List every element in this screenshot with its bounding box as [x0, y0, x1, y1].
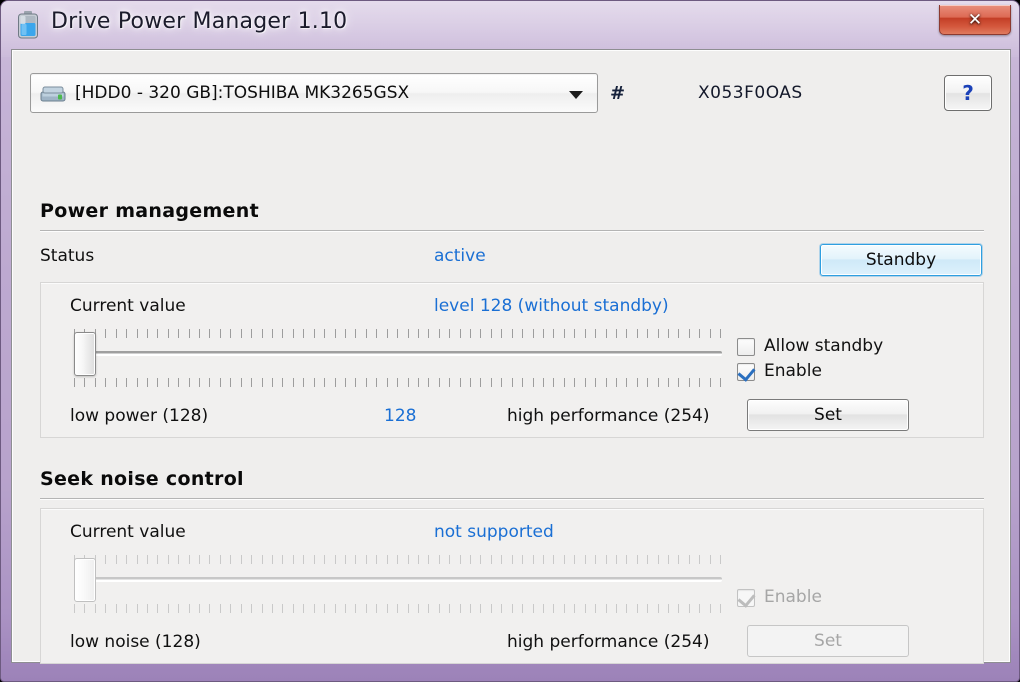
seek-noise-divider — [40, 498, 984, 499]
power-current-value-label: Current value — [70, 296, 186, 316]
seek-enable-label: Enable — [764, 587, 822, 607]
window-title: Drive Power Manager 1.10 — [51, 9, 347, 34]
seek-slider-ticks-bottom — [74, 604, 722, 613]
status-label: Status — [40, 246, 94, 266]
power-low-label: low power (128) — [70, 406, 208, 426]
power-slider-thumb[interactable] — [74, 332, 96, 376]
hard-drive-icon — [40, 85, 66, 103]
drive-select-value: [HDD0 - 320 GB]:TOSHIBA MK3265GSX — [75, 83, 557, 103]
drive-serial-number: X053F0OAS — [698, 83, 803, 103]
battery-icon — [15, 11, 41, 39]
power-set-button-label: Set — [748, 400, 908, 430]
standby-button-label: Standby — [821, 245, 981, 275]
power-enable-checkbox-box — [737, 363, 755, 381]
seek-current-value: not supported — [434, 522, 554, 542]
seek-set-button-label: Set — [748, 626, 908, 656]
power-slider-ticks-top — [74, 329, 722, 338]
question-mark-icon: ? — [945, 76, 991, 110]
seek-noise-heading: Seek noise control — [40, 468, 244, 490]
power-high-label: high performance (254) — [507, 406, 709, 426]
help-button[interactable]: ? — [944, 75, 992, 111]
power-slider[interactable] — [74, 329, 722, 387]
seek-slider-ticks-top — [74, 555, 722, 564]
power-management-divider — [40, 230, 984, 231]
seek-enable-checkbox-box — [737, 589, 755, 607]
power-management-heading: Power management — [40, 200, 259, 222]
client-area: [HDD0 - 320 GB]:TOSHIBA MK3265GSX # X053… — [11, 49, 1011, 663]
power-current-value: level 128 (without standby) — [434, 296, 669, 316]
standby-button[interactable]: Standby — [820, 244, 982, 276]
check-icon — [737, 589, 755, 608]
seek-slider-track — [74, 577, 722, 582]
drive-select[interactable]: [HDD0 - 320 GB]:TOSHIBA MK3265GSX — [30, 73, 598, 113]
power-center-value: 128 — [384, 406, 416, 426]
chevron-down-icon — [569, 91, 583, 99]
seek-high-label: high performance (254) — [507, 632, 709, 652]
close-icon: ✕ — [940, 5, 1010, 34]
power-slider-track — [74, 351, 722, 356]
power-slider-ticks-bottom — [74, 378, 722, 387]
seek-slider-thumb — [74, 558, 96, 602]
title-bar: Drive Power Manager 1.10 ✕ — [1, 1, 1020, 51]
application-window: Drive Power Manager 1.10 ✕ [HDD0 - 320 G… — [0, 0, 1020, 682]
seek-current-value-label: Current value — [70, 522, 186, 542]
seek-slider — [74, 555, 722, 613]
allow-standby-label: Allow standby — [764, 336, 883, 356]
serial-hash-label: # — [610, 83, 625, 104]
seek-low-label: low noise (128) — [70, 632, 201, 652]
power-enable-label: Enable — [764, 361, 822, 381]
status-value: active — [434, 246, 486, 266]
seek-set-button: Set — [747, 625, 909, 657]
close-button[interactable]: ✕ — [939, 5, 1011, 35]
allow-standby-checkbox-box — [737, 338, 755, 356]
check-icon — [737, 363, 755, 382]
power-set-button[interactable]: Set — [747, 399, 909, 431]
